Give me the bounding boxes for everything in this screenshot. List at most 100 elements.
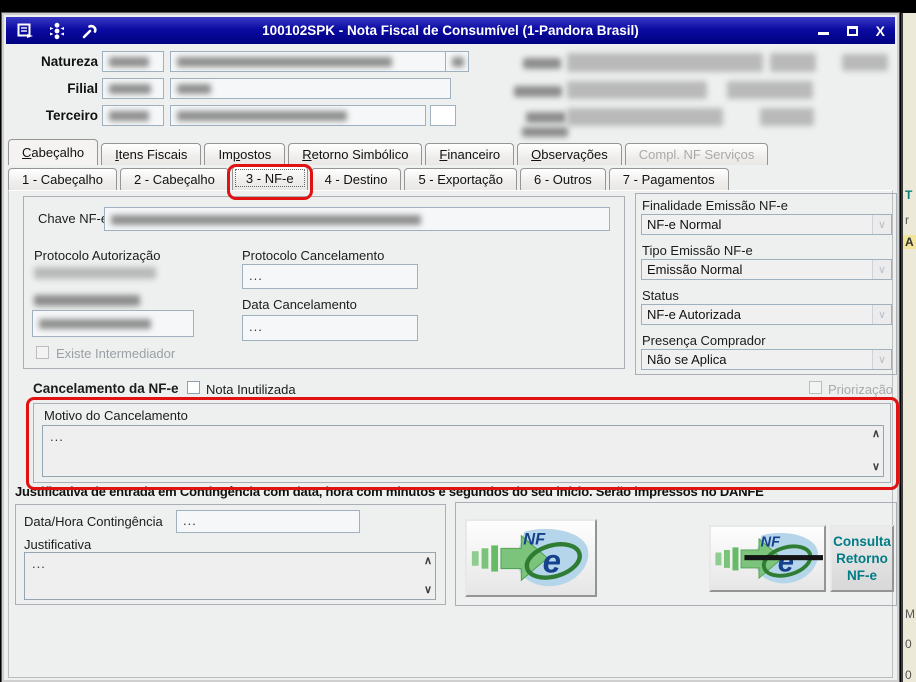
- terceiro-label: Terceiro: [45, 108, 98, 123]
- title-bar-icons: [16, 22, 98, 40]
- redacted-field[interactable]: [567, 108, 723, 126]
- sub-tab-1-cabecalho[interactable]: 1 - Cabeçalho: [8, 168, 117, 190]
- scroll-down-icon[interactable]: ∨: [872, 462, 880, 473]
- existe-intermediador-checkbox[interactable]: [36, 346, 49, 359]
- natureza-desc-field[interactable]: [170, 51, 451, 72]
- terceiro-code-field[interactable]: [102, 105, 164, 126]
- sub-tab-5-exportacao[interactable]: 5 - Exportação: [404, 168, 517, 190]
- filial-desc-field[interactable]: [170, 78, 451, 99]
- chave-nfe-field[interactable]: [104, 207, 610, 231]
- sub-tab-7-pagamentos[interactable]: 7 - Pagamentos: [608, 168, 729, 190]
- natureza-label: Natureza: [40, 54, 98, 69]
- motivo-cancelamento-label: Motivo do Cancelamento: [44, 408, 188, 423]
- sub-tab-2-cabecalho[interactable]: 2 - Cabeçalho: [119, 168, 229, 190]
- cancelar-nfe-button[interactable]: NF e: [709, 525, 826, 592]
- chevron-down-icon[interactable]: ∨: [872, 350, 891, 369]
- main-tab-impostos[interactable]: Impostos: [204, 143, 286, 165]
- priorizacao-checkbox[interactable]: [809, 381, 822, 394]
- main-tab-retorno-simbolico[interactable]: Retorno Simbólico: [288, 143, 423, 165]
- scroll-up-icon[interactable]: ∧: [424, 556, 432, 567]
- status-select[interactable]: NF-e Autorizada ∨: [641, 304, 892, 325]
- title-bar: 100102SPK - Nota Fiscal de Consumível (1…: [6, 17, 895, 44]
- presenca-comprador-select[interactable]: Não se Aplica ∨: [641, 349, 892, 370]
- presenca-comprador-label: Presença Comprador: [642, 333, 766, 348]
- terceiro-desc-field[interactable]: [170, 105, 426, 126]
- minimize-button[interactable]: [817, 23, 829, 39]
- document-icon: [16, 22, 34, 40]
- tab-label: Impostos: [218, 147, 272, 162]
- main-tab-financeiro[interactable]: Financeiro: [425, 143, 515, 165]
- nota-inutilizada-label: Nota Inutilizada: [206, 382, 296, 397]
- sub-tab-6-outros[interactable]: 6 - Outros: [520, 168, 606, 190]
- redacted-label: [522, 127, 568, 137]
- data-autorizacao-field[interactable]: [32, 310, 194, 337]
- main-tab-cabecalho[interactable]: Cabeçalho: [8, 139, 99, 165]
- tab-label: 4 - Destino: [324, 172, 388, 187]
- tab-label: 5 - Exportação: [418, 172, 503, 187]
- tab-label: 6 - Outros: [534, 172, 592, 187]
- protocolo-autorizacao-label: Protocolo Autorização: [34, 248, 161, 263]
- screen: 100102SPK - Nota Fiscal de Consumível (1…: [0, 0, 916, 682]
- tipo-emissao-select[interactable]: Emissão Normal ∨: [641, 259, 892, 280]
- nota-inutilizada-checkbox[interactable]: [187, 381, 200, 394]
- tab-label: 3 - NF-e: [245, 171, 294, 186]
- tab-label: Financeiro: [439, 147, 501, 162]
- transmitir-nfe-button[interactable]: NF e: [465, 519, 597, 597]
- motivo-cancelamento-group: Motivo do Cancelamento ... ∧ ∨: [33, 403, 891, 483]
- tab-label: Retorno Simbólico: [302, 147, 409, 162]
- app-window: 100102SPK - Nota Fiscal de Consumível (1…: [2, 13, 899, 682]
- filial-code-field[interactable]: [102, 78, 164, 99]
- tab-label: Observações: [531, 147, 608, 162]
- nfe-logo-e-text: e: [778, 546, 794, 578]
- background-text-fragment: M: [905, 607, 915, 621]
- redacted-field[interactable]: [770, 53, 816, 72]
- redacted-label: [514, 86, 562, 97]
- sub-tab-3-nf-e[interactable]: 3 - NF-e: [226, 164, 313, 200]
- background-window-sliver: T r A M 0 0: [901, 13, 916, 682]
- chevron-down-icon[interactable]: ∨: [872, 260, 891, 279]
- tab-label: Cabeçalho: [22, 145, 85, 160]
- motivo-cancelamento-textarea[interactable]: ... ∧ ∨: [42, 425, 884, 477]
- chevron-down-icon[interactable]: ∨: [872, 305, 891, 324]
- nfe-actions-group: NF e NF e Consulta Retorno NF-e: [455, 502, 897, 606]
- background-text-fragment: A: [903, 235, 916, 249]
- data-autorizacao-label: [34, 295, 140, 306]
- status-label: Status: [642, 288, 679, 303]
- chave-nfe-label: Chave NF-e: [38, 211, 109, 226]
- scroll-down-icon[interactable]: ∨: [424, 585, 432, 596]
- maximize-button[interactable]: [846, 23, 858, 39]
- cancelamento-title: Cancelamento da NF-e: [33, 381, 179, 396]
- protocolo-cancelamento-field[interactable]: ...: [242, 264, 418, 289]
- natureza-extra-field[interactable]: [445, 51, 469, 72]
- background-text-fragment: 0: [905, 637, 912, 651]
- consulta-retorno-nfe-button[interactable]: Consulta Retorno NF-e: [830, 525, 894, 592]
- scroll-up-icon[interactable]: ∧: [872, 429, 880, 440]
- existe-intermediador-label: Existe Intermediador: [56, 346, 176, 361]
- close-button[interactable]: X: [876, 23, 885, 39]
- main-tab-itens-fiscais[interactable]: Itens Fiscais: [101, 143, 202, 165]
- data-hora-contingencia-field[interactable]: ...: [176, 510, 360, 533]
- nfe-options-group: Finalidade Emissão NF-e NF-e Normal ∨ Ti…: [635, 193, 897, 375]
- terceiro-extra-field[interactable]: [430, 105, 456, 126]
- redacted-field[interactable]: [727, 81, 813, 99]
- finalidade-emissao-label: Finalidade Emissão NF-e: [642, 198, 788, 213]
- traffic-light-icon: [48, 22, 66, 40]
- redacted-field[interactable]: [842, 54, 888, 71]
- natureza-code-field[interactable]: [102, 51, 164, 72]
- justificativa-label: Justificativa: [24, 537, 92, 552]
- tab-label: Compl. NF Serviços: [638, 147, 755, 162]
- redacted-field[interactable]: [567, 53, 763, 72]
- data-hora-contingencia-label: Data/Hora Contingência: [24, 514, 163, 529]
- redacted-field[interactable]: [760, 108, 814, 126]
- data-cancelamento-field[interactable]: ...: [242, 315, 418, 341]
- main-tab-observacoes[interactable]: Observações: [517, 143, 622, 165]
- finalidade-emissao-select[interactable]: NF-e Normal ∨: [641, 214, 892, 235]
- background-text-fragment: r: [905, 213, 909, 227]
- redacted-label: [523, 58, 561, 69]
- background-text-fragment: 0: [905, 668, 912, 682]
- justificativa-textarea[interactable]: ... ∧ ∨: [24, 552, 436, 600]
- redacted-field[interactable]: [567, 81, 707, 99]
- protocolo-cancelamento-label: Protocolo Cancelamento: [242, 248, 385, 263]
- chevron-down-icon[interactable]: ∨: [872, 215, 891, 234]
- sub-tab-4-destino[interactable]: 4 - Destino: [310, 168, 402, 190]
